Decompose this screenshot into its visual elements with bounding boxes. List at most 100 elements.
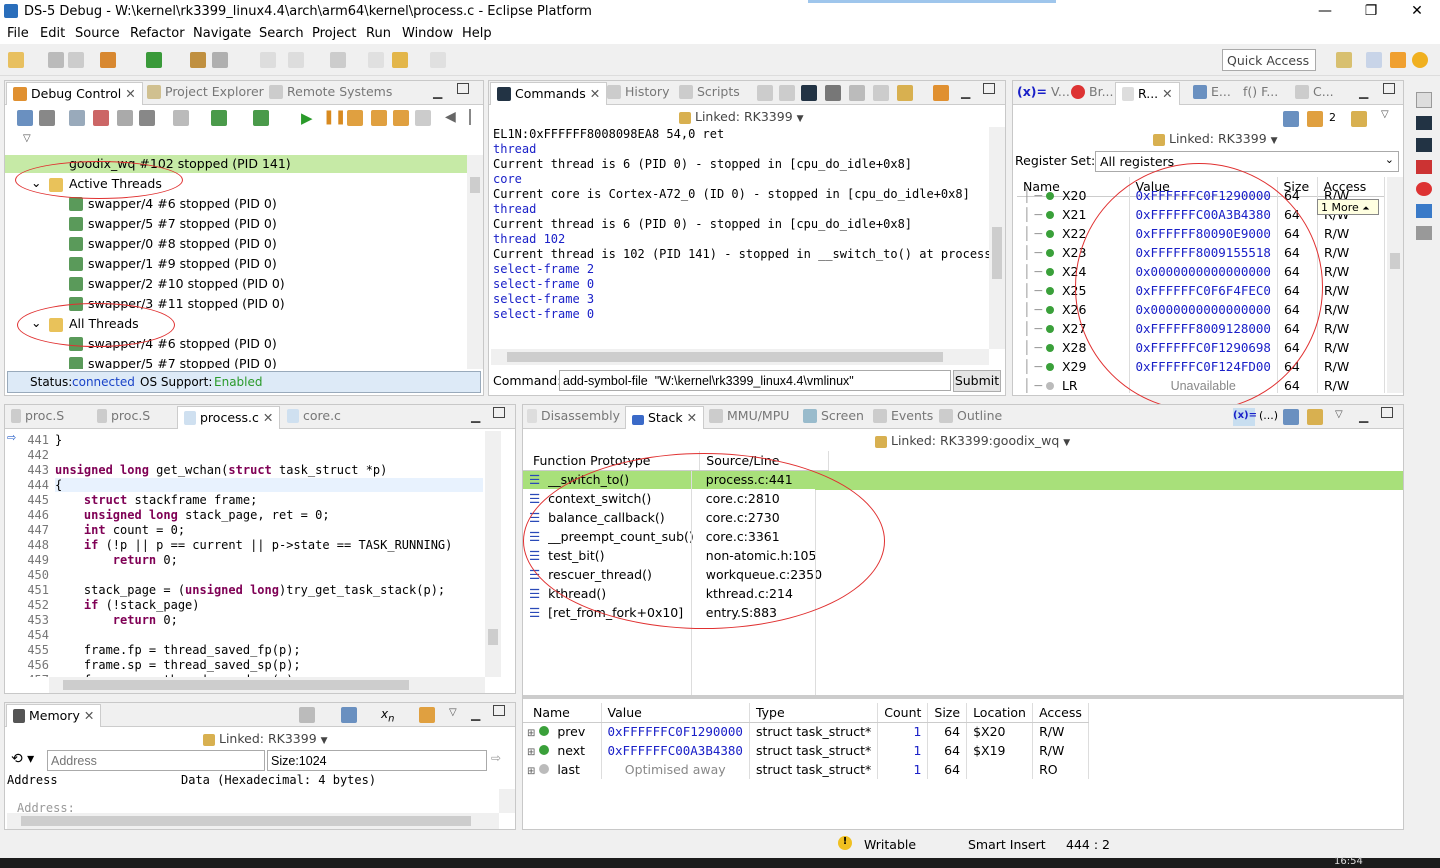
- step-return-icon[interactable]: [415, 110, 431, 126]
- debug-settings-icon[interactable]: [100, 52, 116, 68]
- settings-icon[interactable]: [933, 85, 949, 101]
- clear-icon[interactable]: [825, 85, 841, 101]
- tab-stack[interactable]: Stack ✕: [625, 406, 705, 429]
- col-size[interactable]: Size: [927, 703, 968, 723]
- close-icon[interactable]: ✕: [84, 708, 94, 723]
- menu-help[interactable]: Help: [462, 26, 492, 41]
- step-out-icon[interactable]: [393, 110, 409, 126]
- minimize-view-icon[interactable]: ▁: [1359, 85, 1368, 99]
- vertical-scrollbar[interactable]: [499, 789, 515, 813]
- debug-run-icon[interactable]: [146, 52, 162, 68]
- variable-row[interactable]: ⊞ last Optimised away struct task_struct* 1…: [523, 760, 1089, 779]
- perspective-cdt-icon[interactable]: [1366, 52, 1382, 68]
- vertical-scrollbar[interactable]: [485, 431, 501, 677]
- horizontal-scrollbar[interactable]: [491, 349, 989, 365]
- annotation-icon[interactable]: [288, 52, 304, 68]
- back-history-icon[interactable]: [392, 52, 408, 68]
- menu-window[interactable]: Window: [402, 26, 453, 41]
- script-icon[interactable]: [897, 85, 913, 101]
- col-name[interactable]: Name: [523, 703, 602, 723]
- view-menu-icon[interactable]: ▽: [23, 133, 31, 144]
- back-icon[interactable]: [368, 52, 384, 68]
- vertical-scrollbar[interactable]: [1387, 177, 1403, 393]
- params-icon[interactable]: (...): [1259, 409, 1278, 422]
- terminal-icon[interactable]: [1416, 116, 1432, 130]
- tab-screen[interactable]: Screen: [803, 408, 864, 428]
- col-count[interactable]: Count: [877, 703, 929, 723]
- variable-row[interactable]: ⊞ prev 0xFFFFFFC0F1290000 struct task_stru…: [523, 722, 1089, 741]
- tab-outline[interactable]: Outline: [939, 408, 1002, 428]
- menu-source[interactable]: Source: [75, 26, 120, 41]
- history-icon[interactable]: ⟲ ▾: [11, 751, 34, 767]
- pin-icon[interactable]: [1307, 111, 1323, 127]
- maximize-view-icon[interactable]: [493, 407, 505, 418]
- tab-functions[interactable]: f() F...: [1243, 84, 1278, 104]
- tab-scripts[interactable]: Scripts: [679, 84, 740, 104]
- perspective-ds5-icon[interactable]: [1412, 52, 1428, 68]
- variable-value[interactable]: 0xFFFFFFC0F1290000: [601, 722, 750, 741]
- vertical-scrollbar[interactable]: [989, 127, 1005, 349]
- close-icon[interactable]: ✕: [125, 86, 135, 101]
- close-icon[interactable]: ✕: [263, 410, 273, 425]
- tab-cache[interactable]: C...: [1295, 84, 1334, 104]
- connect-icon[interactable]: [69, 110, 85, 126]
- remove-all-icon[interactable]: [139, 110, 155, 126]
- maximize-view-icon[interactable]: [983, 83, 995, 94]
- pin-icon[interactable]: [419, 707, 435, 723]
- menu-refactor[interactable]: Refactor: [130, 26, 185, 41]
- go-icon[interactable]: ⇨: [491, 751, 501, 765]
- view-menu-icon[interactable]: ▽: [1381, 109, 1389, 120]
- debug-from-main-icon[interactable]: [211, 110, 227, 126]
- continue-icon[interactable]: ▶: [301, 109, 313, 127]
- minimize-view-icon[interactable]: ▁: [961, 85, 970, 99]
- collapse-all-icon[interactable]: [1283, 111, 1299, 127]
- minimize-view-icon[interactable]: ▁: [471, 409, 480, 423]
- monitor-icon[interactable]: [1416, 204, 1432, 218]
- tab-proc-s[interactable]: proc.S: [11, 408, 64, 428]
- save-icon[interactable]: [48, 52, 64, 68]
- variable-row[interactable]: ⊞ next 0xFFFFFFC00A3B4380 struct task_stru…: [523, 741, 1089, 760]
- pause-icon[interactable]: ❚❚: [323, 109, 346, 125]
- save-all-icon[interactable]: [68, 52, 84, 68]
- menu-project[interactable]: Project: [312, 26, 356, 41]
- link-icon[interactable]: [1351, 111, 1367, 127]
- open-perspective-icon[interactable]: [1336, 52, 1352, 68]
- settings-icon[interactable]: [39, 110, 55, 126]
- scroll-lock-icon[interactable]: [849, 85, 865, 101]
- expand-icon[interactable]: ⊞: [527, 728, 535, 739]
- close-button[interactable]: ✕: [1394, 0, 1440, 24]
- col-access[interactable]: Access: [1032, 703, 1089, 723]
- build-icon[interactable]: [212, 52, 228, 68]
- maximize-view-icon[interactable]: [493, 705, 505, 716]
- size-input[interactable]: [267, 750, 487, 771]
- view-menu-icon[interactable]: ▽: [1335, 409, 1343, 420]
- tab-remote-systems[interactable]: Remote Systems: [269, 84, 392, 104]
- tab-events[interactable]: Events: [873, 408, 933, 428]
- tab-disassembly[interactable]: Disassembly: [527, 408, 620, 428]
- problems-icon[interactable]: [1416, 182, 1432, 196]
- menu-file[interactable]: File: [7, 26, 29, 41]
- close-icon[interactable]: ✕: [590, 86, 600, 101]
- reverse-icon[interactable]: ◀: [445, 109, 456, 125]
- horizontal-scrollbar[interactable]: [7, 813, 499, 829]
- open-type-icon[interactable]: [190, 52, 206, 68]
- tab-commands[interactable]: Commands ✕: [490, 82, 608, 105]
- col-value[interactable]: Value: [601, 703, 750, 723]
- menu-navigate[interactable]: Navigate: [193, 26, 251, 41]
- tab-registers[interactable]: R... ✕: [1115, 82, 1180, 105]
- maximize-view-icon[interactable]: [1381, 407, 1393, 418]
- columns-icon[interactable]: [299, 707, 315, 723]
- step-into-icon[interactable]: [347, 110, 363, 126]
- tab-process-c[interactable]: process.c ✕: [177, 406, 281, 429]
- refresh-icon[interactable]: [253, 110, 269, 126]
- remove-icon[interactable]: [117, 110, 133, 126]
- close-icon[interactable]: ✕: [687, 410, 697, 425]
- tab-debug-control[interactable]: Debug Control ✕: [6, 82, 143, 105]
- variables-toggle-icon[interactable]: (x)=: [1233, 408, 1257, 426]
- more-tooltip[interactable]: 1 More ⏶: [1317, 199, 1379, 215]
- register-set-select[interactable]: All registers ⌄: [1095, 151, 1399, 172]
- expand-icon[interactable]: ⊞: [527, 766, 535, 777]
- tools-icon[interactable]: [1416, 226, 1432, 240]
- forward-icon[interactable]: [430, 52, 446, 68]
- console-icon[interactable]: [801, 85, 817, 101]
